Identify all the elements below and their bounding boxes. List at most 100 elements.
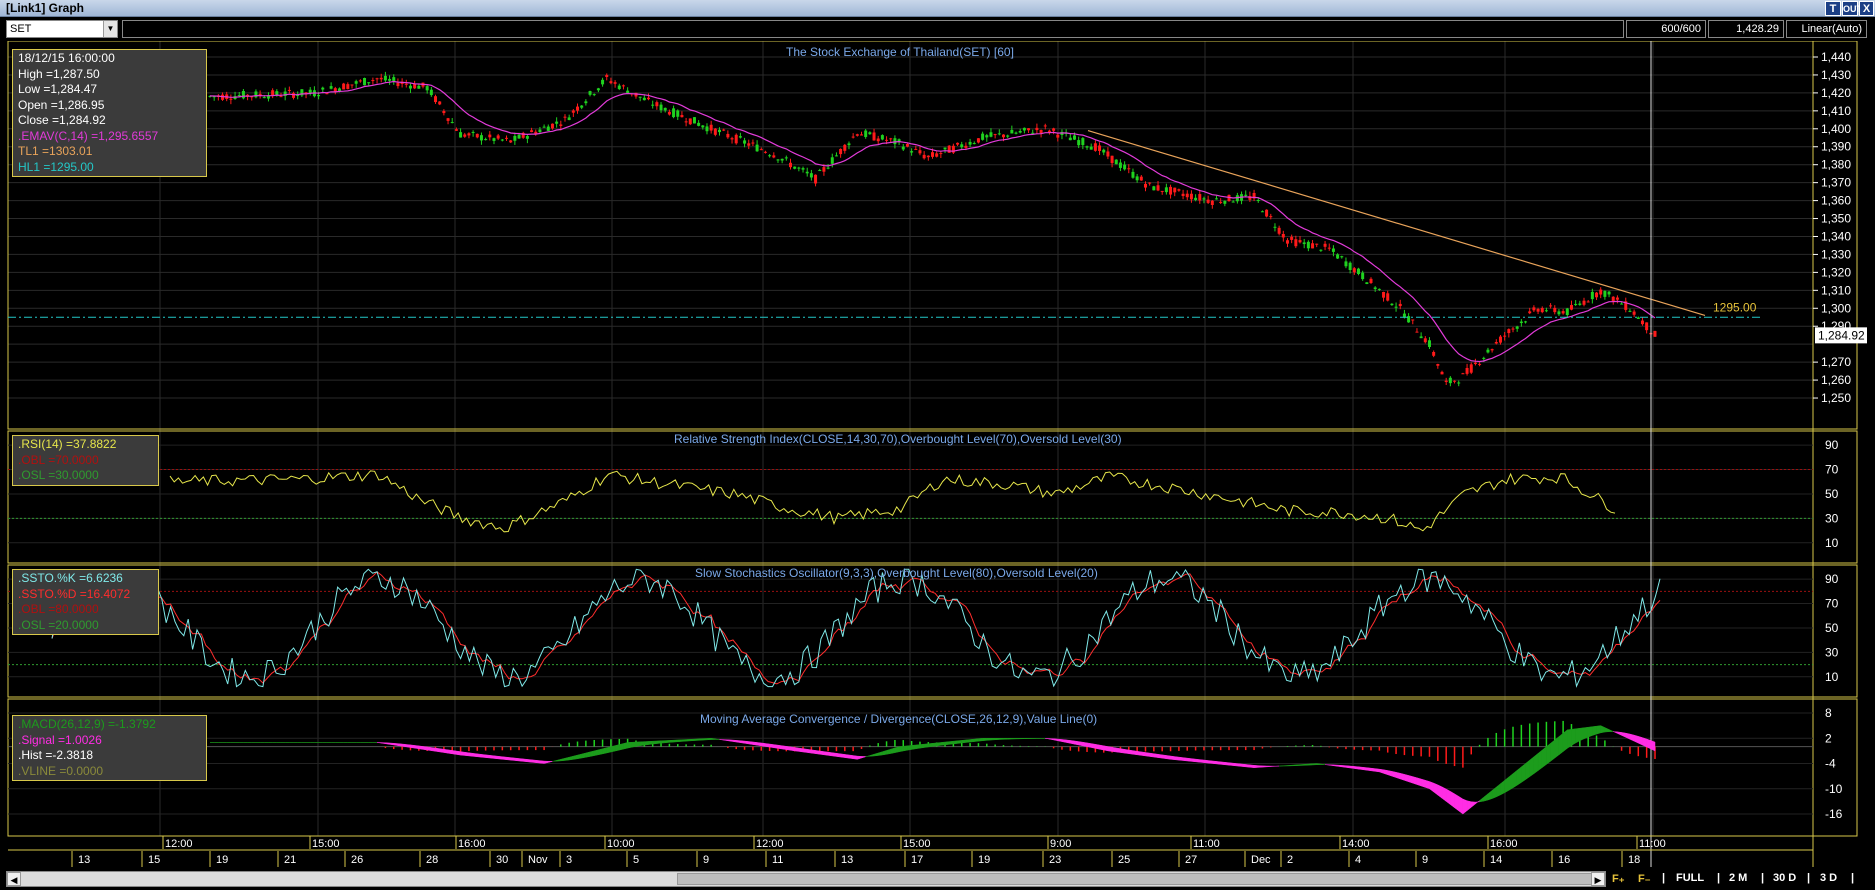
candle-body [814, 174, 818, 184]
scroll-right-icon[interactable]: ▶ [1591, 872, 1605, 886]
close-button[interactable]: X [1859, 1, 1874, 16]
macd-fill [514, 757, 520, 762]
candle-body [1277, 227, 1281, 234]
symbol-select[interactable]: SET ▼ [6, 20, 118, 38]
macd-fill [431, 747, 436, 752]
candle-body [346, 84, 350, 89]
price-y-label: 1,250 [1821, 391, 1851, 405]
macd-fill [1399, 772, 1405, 781]
candle-body [576, 106, 580, 111]
candle-body [317, 95, 321, 97]
macd-fill [443, 748, 449, 754]
candle-body [1327, 247, 1331, 249]
candle-body [1620, 303, 1624, 305]
range-3d-button[interactable]: 3 D [1820, 872, 1837, 884]
macd-fill [652, 740, 658, 745]
candle-body [383, 75, 387, 81]
range-2m-button[interactable]: 2 M [1729, 872, 1747, 884]
chart-canvas[interactable]: 1,440 1,430 1,420 1,410 1,400 1,390 1,380 1,370… [0, 41, 1875, 868]
candle-body [492, 138, 496, 141]
macd-fill [823, 751, 829, 756]
candle-body [375, 78, 379, 80]
candle-body [1532, 307, 1536, 311]
macd-fill [969, 738, 975, 743]
candle-body [367, 82, 371, 84]
macd-fill [1153, 753, 1159, 758]
macd-fill [464, 751, 470, 757]
macd-fill [978, 737, 983, 742]
candle-body [546, 126, 550, 131]
candle-body [1394, 306, 1398, 308]
candle-body [1561, 311, 1565, 314]
candle-body [1110, 155, 1114, 164]
info-stoch-osl: .OSL =20.0000 [18, 617, 99, 632]
macd-fill [1416, 777, 1422, 787]
macd-fill [589, 750, 595, 757]
macd-fill [1124, 749, 1130, 754]
macd-fill [940, 741, 946, 746]
candle-body [1014, 132, 1018, 134]
stoch-y-label: 90 [1825, 572, 1839, 586]
macd-fill [756, 742, 762, 747]
candle-body [1081, 138, 1085, 146]
macd-fill [581, 752, 587, 759]
chevron-down-icon[interactable]: ▼ [103, 21, 117, 37]
macd-fill [1161, 754, 1167, 760]
macd-fill [1575, 727, 1581, 744]
candle-body [262, 97, 266, 99]
candle-body [1444, 380, 1448, 382]
macd-fill [790, 746, 795, 752]
range-30d-button[interactable]: 30 D [1773, 872, 1796, 884]
macd-fill [1237, 763, 1242, 767]
candle-body [1595, 292, 1599, 298]
candle-body [559, 124, 563, 126]
macd-fill [1404, 774, 1409, 783]
candle-body [617, 85, 621, 90]
candle-body [1590, 291, 1594, 300]
candle-body [413, 83, 417, 89]
candle-body [1640, 320, 1644, 325]
candle-body [1411, 319, 1415, 321]
date-label: 14 [1490, 854, 1502, 866]
candle-body [976, 138, 980, 143]
full-button[interactable]: FULL [1676, 872, 1704, 884]
macd-fill [748, 741, 754, 745]
candle-body [408, 85, 412, 89]
macd-fill [852, 755, 858, 760]
macd-fill [1141, 751, 1146, 757]
candle-body [371, 80, 375, 82]
macd-fill [1136, 750, 1142, 756]
macd-fill [426, 746, 432, 751]
candle-body [555, 121, 559, 124]
candle-body [601, 79, 605, 85]
candle-body [1569, 305, 1573, 310]
zoom-in-icon[interactable]: F₊ [1612, 872, 1625, 885]
horizontal-scrollbar[interactable]: ◀ ▶ [6, 871, 1606, 887]
macd-fill [1191, 758, 1196, 763]
info-macd: .MACD(26,12,9) =-1.3792 [18, 717, 156, 731]
tools-button[interactable]: T [1825, 1, 1841, 16]
scrollbar-thumb[interactable] [677, 873, 1592, 885]
candle-body [275, 91, 279, 95]
out-button[interactable]: OUT [1842, 1, 1862, 16]
candle-body [1039, 130, 1043, 134]
candle-body [1139, 176, 1143, 181]
macd-fill [1587, 726, 1593, 738]
macd-fill [1650, 740, 1656, 752]
candle-body [542, 126, 546, 128]
candle-body [1511, 328, 1515, 330]
macd-fill [1157, 753, 1163, 759]
scroll-left-icon[interactable]: ◀ [7, 872, 21, 886]
zoom-out-icon[interactable]: F₋ [1638, 872, 1651, 885]
macd-fill [1425, 779, 1430, 790]
macd-fill [1408, 775, 1414, 784]
candle-body [513, 135, 517, 141]
scale-selector[interactable]: Linear(Auto) [1786, 20, 1867, 38]
command-input[interactable] [122, 20, 1624, 38]
candle-body [525, 136, 529, 139]
macd-fill [397, 743, 403, 747]
macd-fill [999, 738, 1004, 740]
candle-body [475, 133, 479, 138]
candle-body [329, 86, 333, 89]
macd-fill [1132, 750, 1138, 756]
